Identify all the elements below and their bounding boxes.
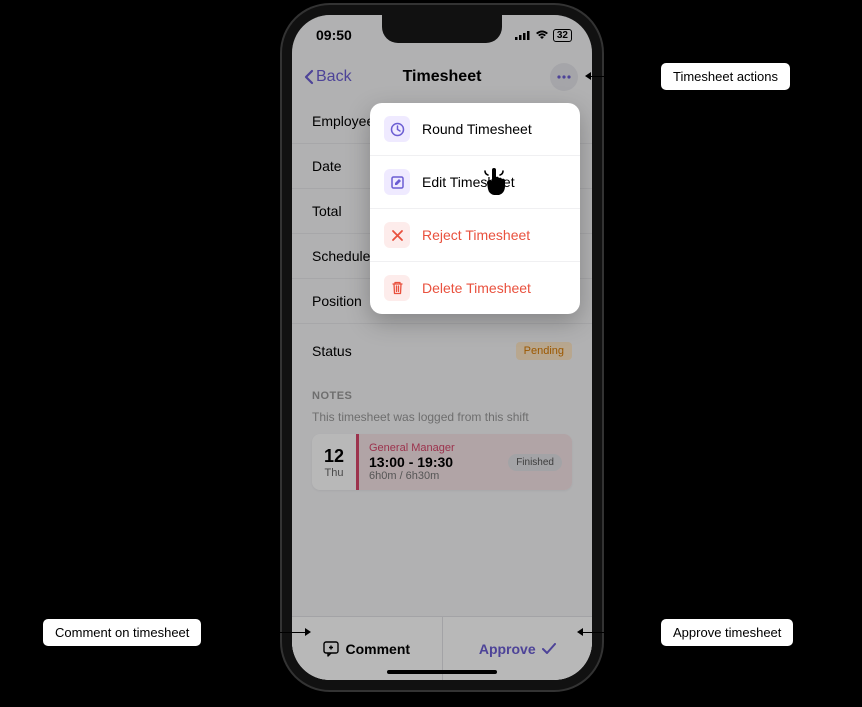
callout-line: [590, 76, 658, 77]
wifi-icon: [535, 30, 549, 40]
callout-arrow: [305, 628, 311, 636]
callout-arrow: [577, 628, 583, 636]
comment-icon: [323, 641, 339, 657]
clock-icon: [384, 116, 410, 142]
row-label: Date: [312, 158, 342, 174]
page-title: Timesheet: [403, 68, 482, 86]
action-reject-timesheet[interactable]: Reject Timesheet: [370, 208, 580, 261]
back-button[interactable]: Back: [304, 68, 352, 86]
callout-comment: Comment on timesheet: [42, 618, 202, 647]
approve-label: Approve: [479, 641, 536, 657]
status-icons: 32: [515, 29, 572, 42]
edit-icon: [384, 169, 410, 195]
more-actions-button[interactable]: [550, 63, 578, 91]
phone-frame: 09:50 32 Back Timesheet Employee Date To…: [282, 5, 602, 690]
notes-section: NOTES This timesheet was logged from thi…: [292, 378, 592, 490]
phone-notch: [382, 15, 502, 43]
check-icon: [542, 643, 556, 655]
row-label: Position: [312, 293, 362, 309]
callout-actions: Timesheet actions: [660, 62, 791, 91]
action-label: Round Timesheet: [422, 121, 532, 137]
actions-popover: Round Timesheet Edit Timesheet Reject Ti…: [370, 103, 580, 314]
shift-card[interactable]: 12 Thu General Manager 13:00 - 19:30 6h0…: [312, 434, 572, 490]
shift-day-name: Thu: [325, 467, 344, 479]
callout-arrow: [585, 72, 591, 80]
tap-cursor-icon: [482, 167, 510, 202]
row-label: Status: [312, 343, 352, 359]
row-label: Employee: [312, 113, 374, 129]
action-edit-timesheet[interactable]: Edit Timesheet: [370, 155, 580, 208]
shift-role: General Manager: [369, 442, 455, 454]
comment-label: Comment: [345, 641, 410, 657]
action-label: Delete Timesheet: [422, 280, 531, 296]
ellipsis-icon: [557, 75, 571, 79]
status-time: 09:50: [316, 27, 352, 43]
shift-status-badge: Finished: [508, 454, 562, 471]
callout-line: [582, 632, 658, 633]
phone-screen: 09:50 32 Back Timesheet Employee Date To…: [292, 15, 592, 680]
battery-level: 32: [553, 29, 572, 42]
row-label: Schedule: [312, 248, 370, 264]
x-icon: [384, 222, 410, 248]
back-label: Back: [316, 68, 352, 86]
shift-time: 13:00 - 19:30: [369, 454, 455, 470]
action-round-timesheet[interactable]: Round Timesheet: [370, 103, 580, 155]
notes-header: NOTES: [312, 390, 572, 402]
chevron-left-icon: [304, 69, 314, 85]
shift-date: 12 Thu: [312, 434, 356, 490]
nav-bar: Back Timesheet: [292, 55, 592, 99]
row-label: Total: [312, 203, 342, 219]
home-indicator: [387, 670, 497, 674]
notes-subtitle: This timesheet was logged from this shif…: [312, 410, 572, 424]
shift-body: General Manager 13:00 - 19:30 6h0m / 6h3…: [356, 434, 572, 490]
signal-icon: [515, 30, 531, 40]
trash-icon: [384, 275, 410, 301]
status-badge: Pending: [516, 342, 572, 360]
callout-approve: Approve timesheet: [660, 618, 794, 647]
row-status[interactable]: Status Pending: [292, 324, 592, 378]
shift-duration: 6h0m / 6h30m: [369, 470, 455, 482]
shift-day-number: 12: [324, 446, 344, 467]
action-label: Reject Timesheet: [422, 227, 530, 243]
callout-line: [204, 632, 306, 633]
action-delete-timesheet[interactable]: Delete Timesheet: [370, 261, 580, 314]
